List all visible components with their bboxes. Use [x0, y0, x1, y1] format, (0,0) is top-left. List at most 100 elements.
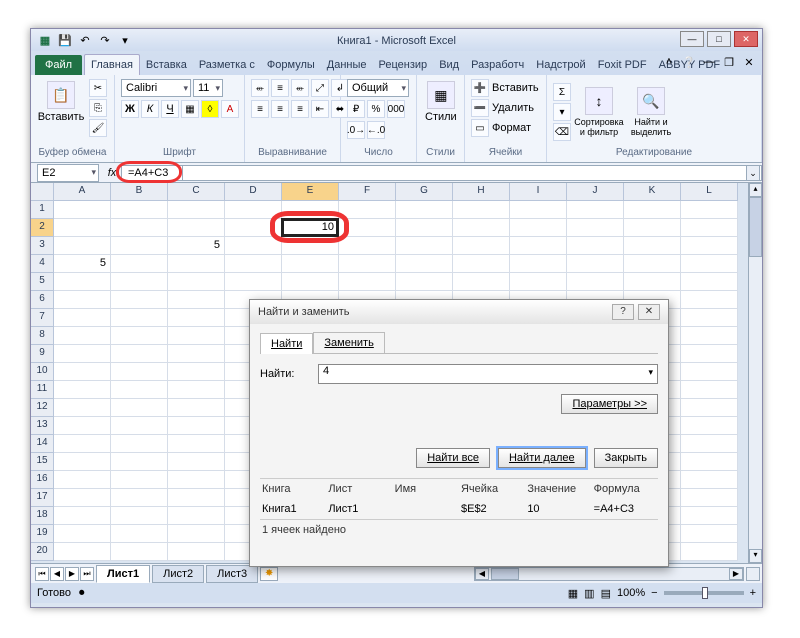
zoom-out-icon[interactable]: −	[651, 587, 657, 599]
cell[interactable]	[168, 291, 225, 309]
scroll-thumb[interactable]	[749, 197, 762, 257]
ribbon-minimize-icon[interactable]: ˄	[662, 55, 676, 69]
row-header[interactable]: 17	[31, 489, 54, 507]
percent-icon[interactable]: %	[367, 100, 385, 118]
cell[interactable]	[111, 309, 168, 327]
cell[interactable]	[54, 417, 111, 435]
cell[interactable]	[681, 471, 738, 489]
cell[interactable]	[111, 255, 168, 273]
delete-cells-icon[interactable]: ➖	[471, 99, 489, 117]
column-header[interactable]: H	[453, 183, 510, 201]
tab-foxit[interactable]: Foxit PDF	[592, 55, 653, 75]
workbook-close-icon[interactable]: ✕	[742, 55, 756, 69]
cell[interactable]	[624, 255, 681, 273]
cell[interactable]	[282, 201, 339, 219]
cell[interactable]	[681, 381, 738, 399]
cell[interactable]	[567, 201, 624, 219]
sheet-tab-3[interactable]: Лист3	[206, 565, 258, 583]
column-header[interactable]: K	[624, 183, 681, 201]
indent-dec-icon[interactable]: ⇤	[311, 100, 329, 118]
cell[interactable]	[681, 237, 738, 255]
name-box[interactable]: E2	[37, 164, 99, 182]
tab-home[interactable]: Главная	[84, 54, 140, 75]
cell[interactable]	[681, 417, 738, 435]
cell[interactable]	[54, 309, 111, 327]
cell[interactable]	[111, 291, 168, 309]
cell[interactable]: 10	[282, 219, 339, 237]
scroll-down-icon[interactable]: ▾	[749, 549, 762, 563]
view-pagebreak-icon[interactable]: ▤	[601, 587, 611, 600]
tab-find[interactable]: Найти	[260, 333, 313, 354]
hscroll-thumb[interactable]	[491, 568, 519, 580]
cell[interactable]	[567, 237, 624, 255]
format-label[interactable]: Формат	[492, 122, 531, 134]
cell[interactable]	[282, 273, 339, 291]
workbook-restore-icon[interactable]: ❐	[722, 55, 736, 69]
italic-icon[interactable]: К	[141, 100, 159, 118]
column-header[interactable]: J	[567, 183, 624, 201]
cell[interactable]	[168, 363, 225, 381]
cell[interactable]	[339, 273, 396, 291]
zoom-level[interactable]: 100%	[617, 587, 645, 599]
cell[interactable]	[225, 219, 282, 237]
cell[interactable]	[282, 255, 339, 273]
dialog-title-bar[interactable]: Найти и заменить ? ✕	[250, 300, 668, 324]
align-bottom-icon[interactable]: ⬴	[291, 79, 309, 97]
cell[interactable]	[54, 399, 111, 417]
underline-icon[interactable]: Ч	[161, 100, 179, 118]
cell[interactable]	[111, 507, 168, 525]
column-header[interactable]: I	[510, 183, 567, 201]
tab-insert[interactable]: Вставка	[140, 55, 193, 75]
cell[interactable]	[681, 273, 738, 291]
cell[interactable]	[225, 237, 282, 255]
cell[interactable]	[111, 381, 168, 399]
find-select-button[interactable]: 🔍 Найти и выделить	[627, 85, 675, 139]
cell[interactable]	[282, 237, 339, 255]
cell[interactable]	[681, 309, 738, 327]
results-row[interactable]: Книга1 Лист1 $E$2 10 =A4+C3	[260, 499, 658, 519]
row-header[interactable]: 18	[31, 507, 54, 525]
formula-expand-icon[interactable]: ⌄	[746, 165, 760, 181]
cell[interactable]	[339, 219, 396, 237]
row-header[interactable]: 20	[31, 543, 54, 561]
cell[interactable]	[681, 507, 738, 525]
styles-button[interactable]: ▦ Стили	[423, 79, 459, 125]
redo-icon[interactable]: ↷	[97, 32, 113, 48]
fill-icon[interactable]: ▾	[553, 103, 571, 121]
save-icon[interactable]: 💾	[57, 32, 73, 48]
row-header[interactable]: 19	[31, 525, 54, 543]
font-name-combo[interactable]: Calibri	[121, 79, 191, 97]
insert-label[interactable]: Вставить	[492, 82, 539, 94]
cell[interactable]	[510, 273, 567, 291]
align-top-icon[interactable]: ⬴	[251, 79, 269, 97]
row-header[interactable]: 7	[31, 309, 54, 327]
cell[interactable]	[168, 489, 225, 507]
column-header[interactable]: G	[396, 183, 453, 201]
row-header[interactable]: 8	[31, 327, 54, 345]
cell[interactable]	[225, 201, 282, 219]
cell[interactable]	[111, 525, 168, 543]
find-all-button[interactable]: Найти все	[416, 448, 490, 468]
cell[interactable]	[111, 489, 168, 507]
row-header[interactable]: 5	[31, 273, 54, 291]
file-tab[interactable]: Файл	[35, 55, 82, 75]
format-painter-icon[interactable]: 🖌	[89, 119, 107, 137]
align-left-icon[interactable]: ≡	[251, 100, 269, 118]
cell[interactable]	[54, 471, 111, 489]
cell[interactable]	[453, 255, 510, 273]
tab-formulas[interactable]: Формулы	[261, 55, 321, 75]
sheet-tab-2[interactable]: Лист2	[152, 565, 204, 583]
cell[interactable]	[111, 219, 168, 237]
dec-decimal-icon[interactable]: ←.0	[367, 121, 385, 139]
cell[interactable]	[225, 273, 282, 291]
cell[interactable]	[111, 435, 168, 453]
sheet-nav-last-icon[interactable]: ⏭	[80, 567, 94, 581]
scroll-right-icon[interactable]: ▶	[729, 568, 743, 580]
dialog-help-icon[interactable]: ?	[612, 304, 634, 320]
cell[interactable]	[396, 273, 453, 291]
column-header[interactable]: F	[339, 183, 396, 201]
cell[interactable]	[168, 381, 225, 399]
sheet-nav-prev-icon[interactable]: ◀	[50, 567, 64, 581]
align-center-icon[interactable]: ≡	[271, 100, 289, 118]
cell[interactable]	[567, 219, 624, 237]
